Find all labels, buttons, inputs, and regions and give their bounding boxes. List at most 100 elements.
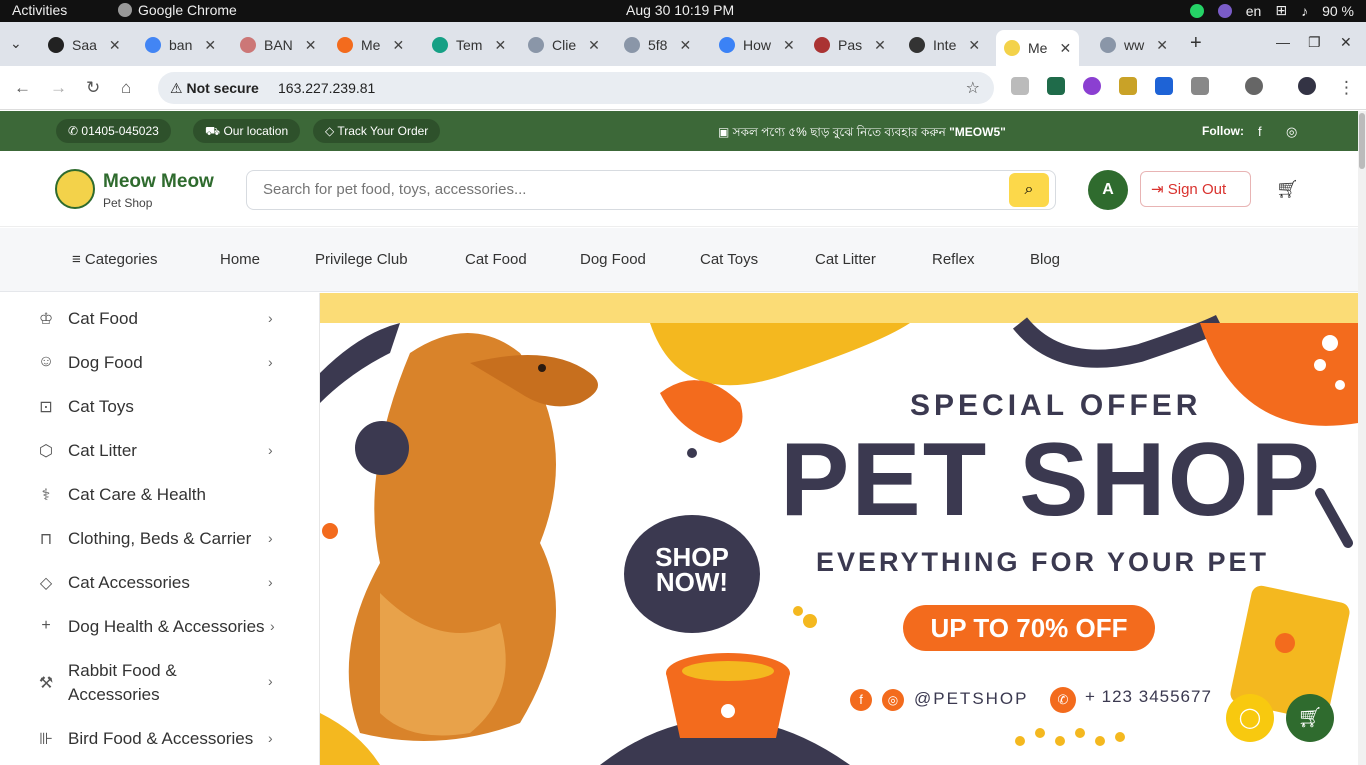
security-indicator[interactable]: ⚠ Not secure <box>170 80 259 97</box>
browser-tab[interactable]: Clie ✕ <box>528 30 600 60</box>
puzzle-extensions-icon[interactable] <box>1191 77 1209 95</box>
volume-icon[interactable]: ♪ <box>1301 3 1308 19</box>
system-clock[interactable]: Aug 30 10:19 PM <box>626 2 734 18</box>
extension-icon[interactable] <box>1155 77 1173 95</box>
nav-home[interactable]: Home <box>220 251 260 268</box>
location-pill[interactable]: ⛟ Our location <box>193 119 301 143</box>
sidebar-item-cat-food[interactable]: ♔ Cat Food › <box>0 307 320 351</box>
nav-categories[interactable]: ≡ Categories <box>72 251 157 268</box>
browser-tab[interactable]: Tem ✕ <box>432 30 506 60</box>
system-tray[interactable]: en ⊞ ♪ 90 % <box>1189 2 1354 19</box>
chat-button[interactable]: ◯ <box>1226 694 1274 742</box>
activities-button[interactable]: Activities <box>12 2 67 18</box>
page-scrollbar[interactable] <box>1358 111 1366 765</box>
chrome-menu-icon[interactable]: ⋮ <box>1338 78 1355 98</box>
sidebar-item-rabbit-food-accessories[interactable]: ⚒ Rabbit Food & Accessories › <box>0 659 320 727</box>
extension-icon[interactable] <box>1083 77 1101 95</box>
close-tab-icon[interactable]: ✕ <box>1059 40 1071 57</box>
bookmark-star-icon[interactable]: ☆ <box>966 78 980 98</box>
restore-icon[interactable]: ❐ <box>1308 34 1321 51</box>
browser-tab[interactable]: Pas ✕ <box>814 30 886 60</box>
close-tab-icon[interactable]: ✕ <box>305 37 317 54</box>
sign-out-button[interactable]: ⇥ Sign Out <box>1140 171 1251 207</box>
sidebar-item-cat-toys[interactable]: ⊡ Cat Toys <box>0 395 320 439</box>
sidebar-item-cat-litter[interactable]: ⬡ Cat Litter › <box>0 439 320 483</box>
phone-pill[interactable]: ✆ 01405-045023 <box>56 119 171 143</box>
location-label: Our location <box>223 124 289 138</box>
browser-tab[interactable]: Inte ✕ <box>909 30 980 60</box>
warning-icon: ⚠ <box>170 80 187 96</box>
active-app-indicator[interactable]: Google Chrome <box>118 2 237 18</box>
brand-logo[interactable] <box>55 169 95 209</box>
profile-avatar[interactable] <box>1298 77 1316 95</box>
brand-name[interactable]: Meow Meow <box>103 171 214 193</box>
browser-tab-active[interactable]: Me ✕ <box>996 30 1080 66</box>
search-button[interactable]: ⌕ <box>1009 173 1049 207</box>
close-tab-icon[interactable]: ✕ <box>588 37 600 54</box>
floating-cart-button[interactable]: 🛒︎ <box>1286 694 1334 742</box>
browser-tab[interactable]: Me ✕ <box>337 30 404 60</box>
close-tab-icon[interactable]: ✕ <box>968 37 980 54</box>
minimize-icon[interactable]: — <box>1276 34 1290 50</box>
network-icon[interactable]: ⊞ <box>1275 2 1287 19</box>
history-icon[interactable] <box>1245 77 1263 95</box>
search-input[interactable] <box>263 181 983 198</box>
browser-tab[interactable]: ban ✕ <box>145 30 216 60</box>
language-indicator[interactable]: en <box>1246 3 1262 19</box>
cart-icon[interactable]: 🛒︎ <box>1276 179 1299 200</box>
chevron-right-icon: › <box>268 530 273 546</box>
browser-tab[interactable]: ww ✕ <box>1100 30 1168 60</box>
close-tab-icon[interactable]: ✕ <box>204 37 216 54</box>
back-icon[interactable]: ← <box>14 78 31 98</box>
pen-extension-icon[interactable] <box>1047 77 1065 95</box>
camera-icon[interactable] <box>1011 77 1029 95</box>
facebook-icon[interactable]: f <box>1258 124 1262 139</box>
browser-tab[interactable]: 5f8 ✕ <box>624 30 691 60</box>
user-avatar[interactable]: A <box>1088 170 1128 210</box>
browser-tab[interactable]: BAN ✕ <box>240 30 317 60</box>
shirt-icon: ⊓ <box>39 531 53 548</box>
new-tab-button[interactable]: + <box>1190 32 1202 55</box>
logout-icon: ⇥ <box>1151 181 1168 198</box>
reload-icon[interactable]: ↻ <box>86 78 100 98</box>
window-close-icon[interactable]: ✕ <box>1340 34 1352 51</box>
browser-tab[interactable]: Saa ✕ <box>48 30 121 60</box>
nav-privilege-club[interactable]: Privilege Club <box>315 251 408 268</box>
hero-banner[interactable]: SHOP NOW! SPECIAL OFFER PET SHOP EVERYTHI… <box>320 293 1358 765</box>
home-icon[interactable]: ⌂ <box>121 78 131 98</box>
close-tab-icon[interactable]: ✕ <box>392 37 404 54</box>
whatsapp-icon[interactable] <box>1189 3 1204 18</box>
close-tab-icon[interactable]: ✕ <box>109 37 121 54</box>
nav-blog[interactable]: Blog <box>1030 251 1060 268</box>
sidebar-item-bird-food-accessories[interactable]: ⊪ Bird Food & Accessories › <box>0 727 320 765</box>
shield-icon: ◇ <box>325 124 338 138</box>
extension-icon[interactable] <box>1119 77 1137 95</box>
nav-dog-food[interactable]: Dog Food <box>580 251 646 268</box>
forward-icon[interactable]: → <box>50 78 67 98</box>
os-top-bar: Activities Google Chrome Aug 30 10:19 PM… <box>0 0 1366 22</box>
address-bar[interactable]: ⚠ Not secure 163.227.239.81 ☆ <box>158 72 994 104</box>
sidebar-item-dog-health-accessories[interactable]: + Dog Health & Accessories › <box>0 615 320 659</box>
track-order-pill[interactable]: ◇ Track Your Order <box>313 119 441 143</box>
instagram-icon[interactable]: ◎ <box>1286 124 1297 140</box>
nav-cat-food[interactable]: Cat Food <box>465 251 527 268</box>
close-tab-icon[interactable]: ✕ <box>494 37 506 54</box>
nav-reflex[interactable]: Reflex <box>932 251 975 268</box>
nav-cat-toys[interactable]: Cat Toys <box>700 251 758 268</box>
viber-icon[interactable] <box>1217 3 1232 18</box>
close-tab-icon[interactable]: ✕ <box>874 37 886 54</box>
sidebar-item-dog-food[interactable]: ☺ Dog Food › <box>0 351 320 395</box>
sidebar-item-cat-accessories[interactable]: ◇ Cat Accessories › <box>0 571 320 615</box>
tab-search-chevron-icon[interactable]: ⌄ <box>10 35 22 52</box>
tab-label: 5f8 <box>648 37 668 53</box>
close-tab-icon[interactable]: ✕ <box>1156 37 1168 54</box>
nav-cat-litter[interactable]: Cat Litter <box>815 251 876 268</box>
close-tab-icon[interactable]: ✕ <box>783 37 795 54</box>
battery-indicator[interactable]: 90 % <box>1322 3 1354 19</box>
sidebar-item-cat-care-health[interactable]: ⚕ Cat Care & Health <box>0 483 320 527</box>
scrollbar-thumb[interactable] <box>1359 113 1365 169</box>
sidebar-item-clothing-beds-carrier[interactable]: ⊓ Clothing, Beds & Carrier › <box>0 527 320 571</box>
browser-tab[interactable]: How ✕ <box>719 30 795 60</box>
url-text[interactable]: 163.227.239.81 <box>278 80 375 96</box>
close-tab-icon[interactable]: ✕ <box>679 37 691 54</box>
